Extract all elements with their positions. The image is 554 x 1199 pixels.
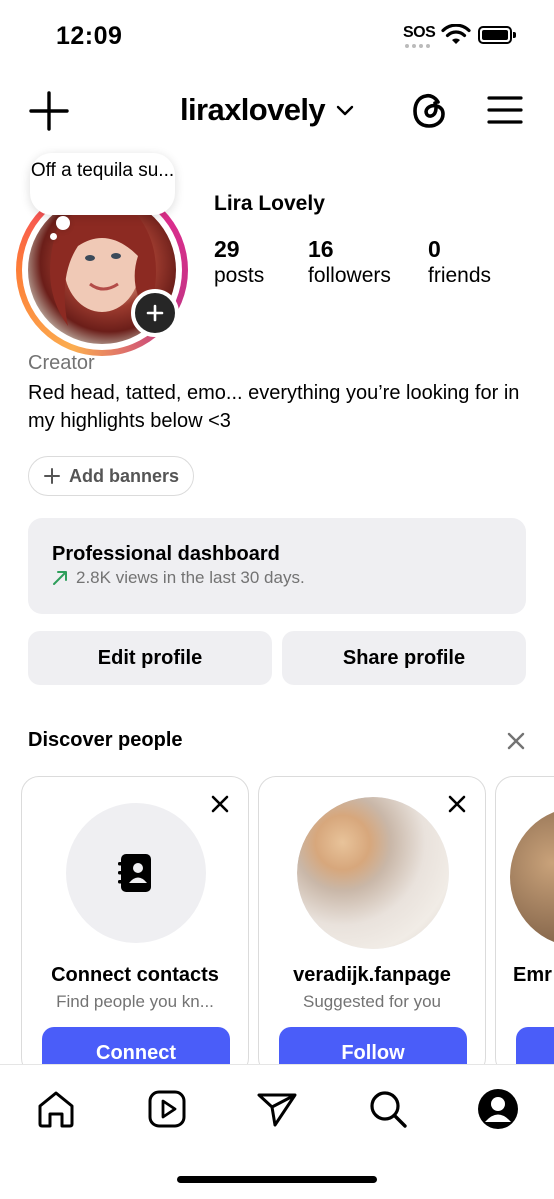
dashboard-subtitle-row: 2.8K views in the last 30 days. bbox=[52, 568, 526, 588]
status-time: 12:09 bbox=[56, 22, 123, 50]
suggested-user-avatar[interactable] bbox=[297, 797, 449, 949]
add-banners-label: Add banners bbox=[69, 465, 180, 486]
send-icon[interactable] bbox=[255, 1087, 299, 1131]
profile-header: liraxlovely bbox=[0, 80, 554, 142]
add-story-button[interactable] bbox=[131, 289, 179, 337]
battery-icon bbox=[478, 26, 512, 44]
stat-label: posts bbox=[214, 264, 265, 287]
professional-dashboard[interactable]: Professional dashboard 2.8K views in the… bbox=[28, 518, 526, 614]
username-title: liraxlovely bbox=[180, 92, 326, 127]
contacts-book-icon bbox=[118, 854, 151, 892]
search-icon[interactable] bbox=[366, 1087, 410, 1131]
home-indicator bbox=[177, 1176, 377, 1183]
stat-value: 29 bbox=[214, 236, 240, 262]
suggestion-card-connect-contacts[interactable]: Connect contacts Find people you kn... C… bbox=[21, 776, 249, 1076]
stat-value: 0 bbox=[428, 236, 441, 262]
card-subtitle: Suggested for you bbox=[303, 992, 441, 1011]
profile-category: Creator bbox=[28, 352, 95, 374]
stat-value: 16 bbox=[308, 236, 334, 262]
edit-profile-button[interactable]: Edit profile bbox=[28, 631, 272, 685]
suggested-user-photo bbox=[297, 797, 449, 949]
home-icon[interactable] bbox=[34, 1087, 78, 1131]
close-icon[interactable] bbox=[445, 792, 469, 816]
note-bubble-tail bbox=[56, 216, 70, 230]
share-profile-button[interactable]: Share profile bbox=[282, 631, 526, 685]
status-bar: 12:09 SOS bbox=[0, 0, 554, 70]
note-bubble-tail-small bbox=[50, 233, 57, 240]
battery-tip bbox=[513, 32, 516, 38]
trend-up-icon bbox=[53, 571, 67, 585]
card-name: Emr bbox=[513, 964, 552, 986]
card-name: veradijk.fanpage bbox=[293, 964, 451, 986]
dashboard-title: Professional dashboard bbox=[52, 543, 280, 565]
card-subtitle: Find people you kn... bbox=[56, 992, 214, 1011]
card-name: Connect contacts bbox=[51, 964, 219, 986]
profile-icon[interactable] bbox=[476, 1087, 520, 1131]
stat-label: followers bbox=[308, 264, 391, 287]
add-banners-button[interactable]: Add banners bbox=[28, 456, 195, 496]
display-name: Lira Lovely bbox=[214, 192, 325, 215]
note-bubble[interactable]: Off a tequila su... bbox=[30, 153, 175, 215]
wifi-icon bbox=[441, 24, 471, 44]
chevron-down-icon bbox=[336, 105, 354, 116]
suggestion-card-user[interactable]: veradijk.fanpage Suggested for you Follo… bbox=[258, 776, 486, 1076]
plus-icon[interactable] bbox=[28, 90, 70, 132]
plus-icon bbox=[44, 468, 60, 484]
account-switcher[interactable]: liraxlovely bbox=[180, 92, 355, 128]
stat-followers[interactable]: 16 followers bbox=[308, 236, 391, 290]
partial-user-photo bbox=[510, 807, 554, 947]
discover-people-title: Discover people bbox=[28, 729, 183, 751]
stat-posts[interactable]: 29 posts bbox=[214, 236, 264, 290]
stat-friends[interactable]: 0 friends bbox=[428, 236, 491, 290]
plus-icon bbox=[146, 304, 164, 322]
dashboard-subtitle: 2.8K views in the last 30 days. bbox=[76, 568, 305, 587]
threads-icon[interactable] bbox=[408, 88, 452, 132]
suggestion-card-partial[interactable]: Emr bbox=[495, 776, 554, 1076]
sos-indicator: SOS bbox=[403, 24, 436, 41]
stat-label: friends bbox=[428, 264, 492, 287]
signal-dots-icon bbox=[405, 44, 435, 48]
contacts-circle bbox=[66, 803, 206, 943]
profile-bio: Red head, tatted, emo... everything you’… bbox=[28, 382, 520, 432]
reels-icon[interactable] bbox=[145, 1087, 189, 1131]
close-icon[interactable] bbox=[503, 728, 529, 754]
close-icon[interactable] bbox=[208, 792, 232, 816]
menu-icon[interactable] bbox=[487, 94, 523, 126]
